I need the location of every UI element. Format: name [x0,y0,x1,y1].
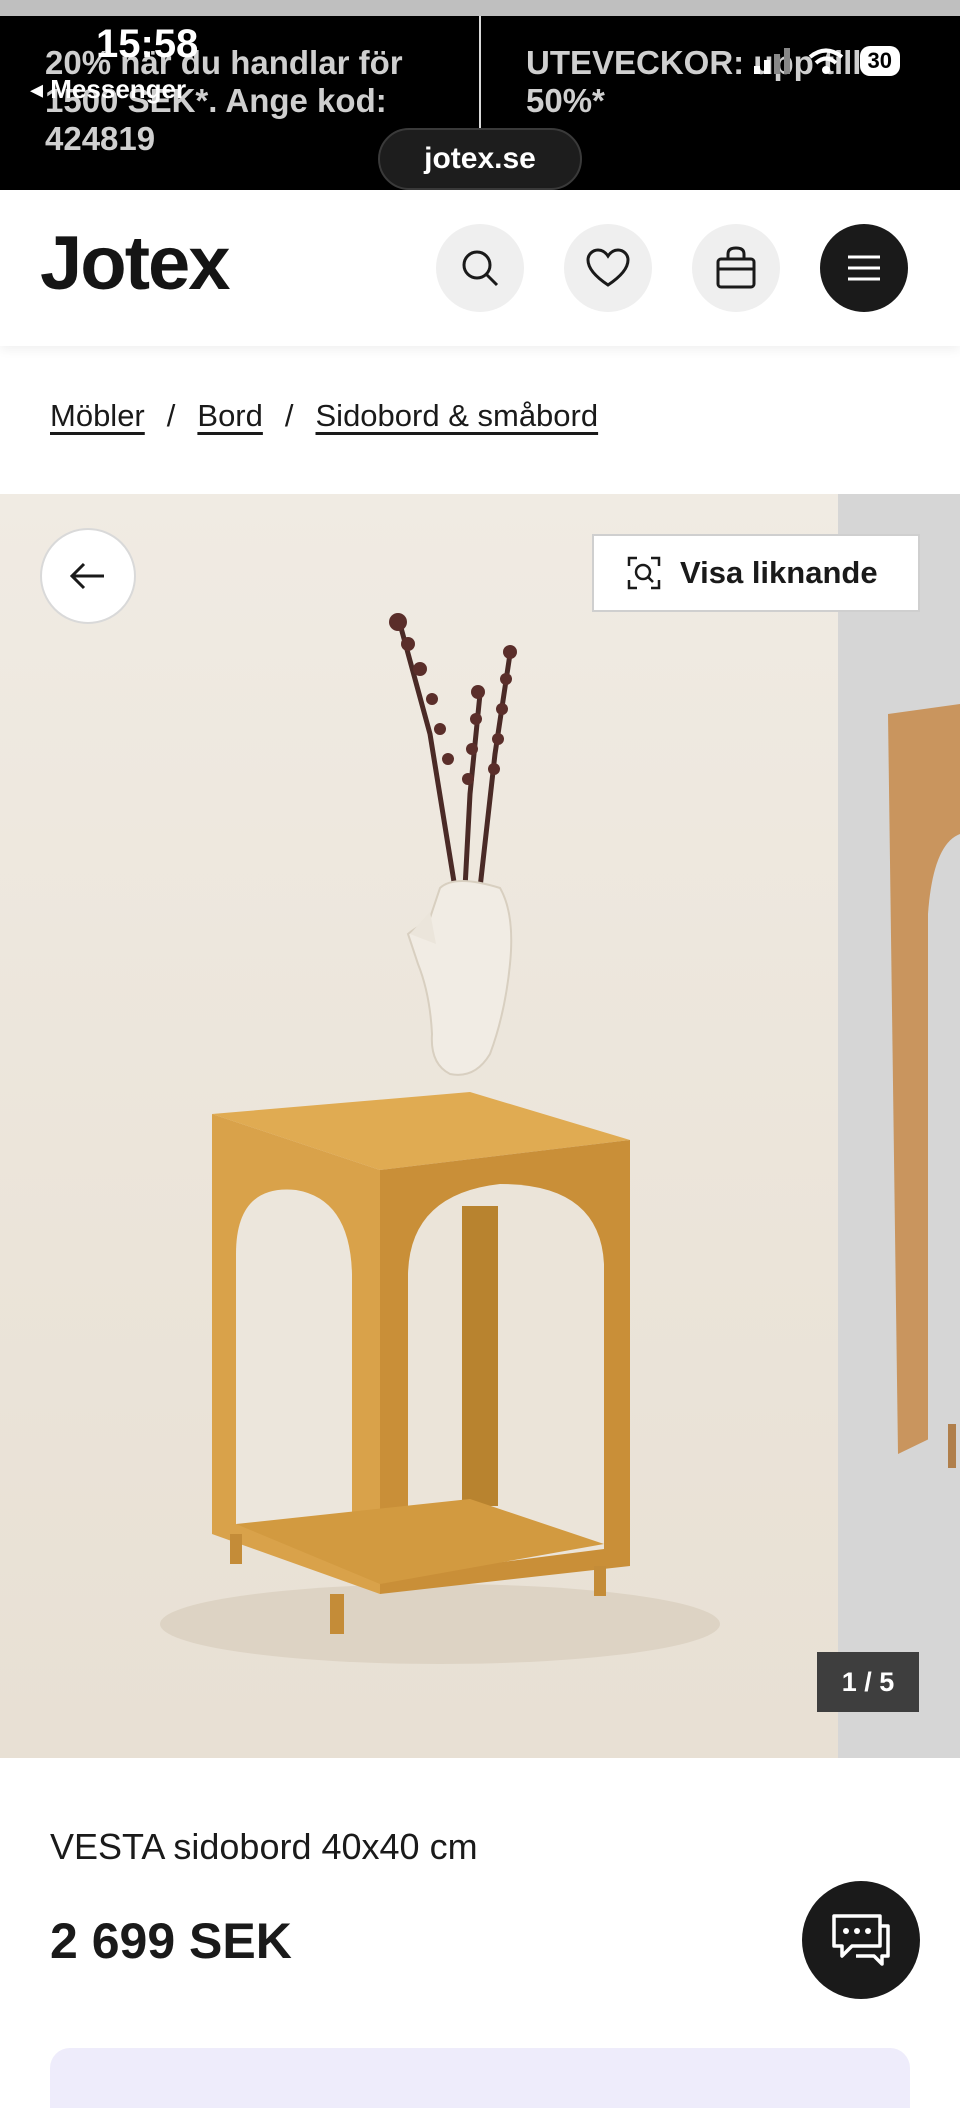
url-pill[interactable]: jotex.se [378,128,582,190]
chat-icon [832,1914,890,1966]
gallery-back-button[interactable] [40,528,136,624]
next-image-illustration [888,704,960,1468]
product-gallery[interactable]: Visa liknande 1 / 5 [0,494,960,1758]
signal-icon [753,48,790,74]
product-image-2-preview[interactable] [838,494,960,1758]
chat-button[interactable] [802,1881,920,1999]
promo-banner[interactable]: 20% när du handlar för 1500 SEK*. Ange k… [0,16,960,190]
wishlist-button[interactable] [564,224,652,312]
back-to-app[interactable]: ◂ Messenger [30,74,186,105]
bag-icon [716,246,756,289]
info-card [50,2048,910,2108]
product-title: VESTA sidobord 40x40 cm [50,1826,478,1867]
menu-button[interactable] [820,224,908,312]
site-logo[interactable]: Jotex [40,220,231,307]
breadcrumb: Möbler / Bord / Sidobord & småbord [50,398,598,434]
arrow-left-icon [69,562,104,590]
top-strip [0,0,960,16]
breadcrumb-item-sidobord[interactable]: Sidobord & småbord [316,398,599,434]
search-button[interactable] [436,224,524,312]
wifi-icon [808,48,843,74]
status-time: 15:58 [96,22,199,66]
breadcrumb-separator: / [166,398,176,433]
status-icons: 30 [752,46,900,76]
product-illustration [160,613,720,1664]
breadcrumb-item-bord[interactable]: Bord [197,398,262,434]
product-image-1[interactable] [0,494,838,1758]
visual-search-icon [627,556,661,590]
battery-icon: 30 [859,46,900,76]
show-similar-button[interactable]: Visa liknande [592,534,920,612]
cart-button[interactable] [692,224,780,312]
show-similar-label: Visa liknande [680,555,878,590]
menu-icon [848,255,880,281]
site-header: Jotex [0,190,960,346]
search-icon [462,250,499,287]
heart-icon [586,248,630,287]
product-price: 2 699 SEK [50,1913,292,1969]
image-counter: 1 / 5 [817,1652,919,1712]
breadcrumb-item-mobler[interactable]: Möbler [50,398,145,434]
breadcrumb-separator: / [284,398,294,433]
